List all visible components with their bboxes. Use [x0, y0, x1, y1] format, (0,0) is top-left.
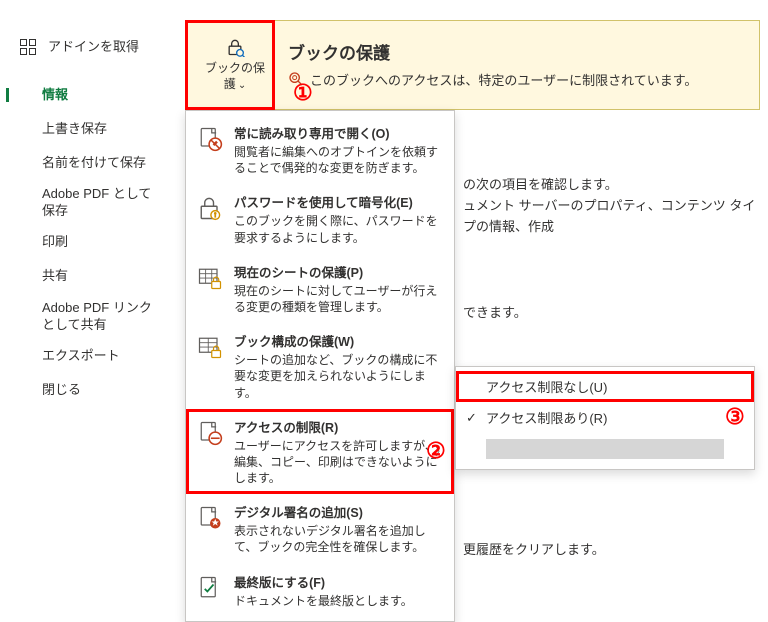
sidebar-item-print[interactable]: 印刷 — [0, 226, 170, 260]
menu-title: デジタル署名の追加(S) — [234, 502, 444, 521]
main-area: ブックの保護 ブックの保護 このブックへのアクセスは、特定のユーザーに制限されて… — [180, 0, 768, 579]
menu-item-encrypt[interactable]: パスワードを使用して暗号化(E) このブックを開く際に、パスワードを要求するよう… — [186, 184, 454, 253]
menu-desc: 表示されないデジタル署名を追加して、ブックの完全性を確保します。 — [234, 523, 444, 555]
sidebar-item-addins[interactable]: アドインを取得 — [0, 30, 170, 64]
sidebar-item-adobepdf-save[interactable]: Adobe PDF として保存 — [0, 180, 170, 226]
sidebar-item-export[interactable]: エクスポート — [0, 340, 170, 374]
submenu-label: アクセス制限なし(U) — [486, 377, 607, 396]
sidebar-label: Adobe PDF として保存 — [42, 186, 162, 220]
submenu-label: アクセス制限あり(R) — [486, 408, 607, 427]
menu-title: 最終版にする(F) — [234, 572, 444, 591]
menu-item-restrict-access[interactable]: アクセスの制限(R) ユーザーにアクセスを許可しますが、編集、コピー、印刷はでき… — [186, 409, 454, 495]
sidebar-label: 上書き保存 — [42, 121, 107, 138]
menu-desc: ユーザーにアクセスを許可しますが、編集、コピー、印刷はできないようにします。 — [234, 438, 444, 487]
sidebar-label: 閉じる — [42, 382, 81, 399]
sidebar-item-share[interactable]: 共有 — [0, 260, 170, 294]
sidebar-item-info[interactable]: 情報 — [0, 78, 170, 112]
encrypt-icon — [196, 194, 224, 222]
menu-title: ブック構成の保護(W) — [234, 331, 444, 350]
menu-item-final[interactable]: 最終版にする(F) ドキュメントを最終版とします。 — [186, 564, 454, 617]
sidebar-label: 名前を付けて保存 — [42, 155, 146, 172]
sidebar-label: 情報 — [42, 87, 68, 104]
final-icon — [196, 574, 224, 602]
sidebar-label: アドインを取得 — [48, 39, 139, 56]
menu-item-digital-signature[interactable]: デジタル署名の追加(S) 表示されないデジタル署名を追加して、ブックの完全性を確… — [186, 494, 454, 563]
check-icon: ✓ — [466, 410, 477, 426]
lock-search-icon — [225, 37, 245, 57]
banner-desc: このブックへのアクセスは、特定のユーザーに制限されています。 — [310, 70, 697, 89]
menu-desc: ドキュメントを最終版とします。 — [234, 593, 444, 609]
sidebar: アドインを取得 情報 上書き保存 名前を付けて保存 Adobe PDF として保… — [0, 0, 170, 579]
structure-protect-icon — [196, 333, 224, 361]
submenu-placeholder — [486, 439, 724, 459]
sidebar-item-adobepdf-link[interactable]: Adobe PDF リンクとして共有 — [0, 294, 170, 340]
annotation-2: ② — [426, 438, 446, 464]
menu-item-readonly[interactable]: 常に読み取り専用で開く(O) 閲覧者に編集へのオプトインを依頼することで偶発的な… — [186, 115, 454, 184]
menu-title: アクセスの制限(R) — [234, 417, 444, 436]
sidebar-item-save[interactable]: 上書き保存 — [0, 112, 170, 146]
annotation-3: ③ — [725, 404, 745, 430]
menu-item-protectstructure[interactable]: ブック構成の保護(W) シートの追加など、ブックの構成に不要な変更を加えられない… — [186, 323, 454, 409]
menu-desc: 現在のシートに対してユーザーが行える変更の種類を管理します。 — [234, 283, 444, 315]
bg-text: の次の項目を確認します。 — [463, 175, 618, 196]
submenu-item-no-restriction[interactable]: アクセス制限なし(U) — [456, 371, 754, 402]
protect-workbook-button[interactable]: ブックの保護 — [200, 31, 270, 99]
sidebar-label: 共有 — [42, 268, 68, 285]
protection-banner: ブックの保護 ブックの保護 このブックへのアクセスは、特定のユーザーに制限されて… — [185, 20, 760, 110]
sidebar-item-close[interactable]: 閉じる — [0, 374, 170, 408]
readonly-icon — [196, 125, 224, 153]
signature-icon — [196, 504, 224, 532]
sidebar-label: Adobe PDF リンクとして共有 — [42, 300, 162, 334]
bg-text: できます。 — [463, 303, 527, 324]
sheet-protect-icon — [196, 264, 224, 292]
sidebar-label: 印刷 — [42, 234, 68, 251]
bg-text: ュメント サーバーのプロパティ、コンテンツ タイプの情報、作成 — [463, 196, 760, 238]
submenu-item-restricted[interactable]: ✓ アクセス制限あり(R) — [456, 402, 754, 433]
protect-workbook-menu: 常に読み取り専用で開く(O) 閲覧者に編集へのオプトインを依頼することで偶発的な… — [185, 110, 455, 622]
menu-desc: このブックを開く際に、パスワードを要求するようにします。 — [234, 213, 444, 245]
addins-icon — [20, 39, 36, 55]
menu-item-protectsheet[interactable]: 現在のシートの保護(P) 現在のシートに対してユーザーが行える変更の種類を管理し… — [186, 254, 454, 323]
restrict-access-submenu: アクセス制限なし(U) ✓ アクセス制限あり(R) — [455, 366, 755, 470]
sidebar-label: エクスポート — [42, 348, 120, 365]
sidebar-item-saveas[interactable]: 名前を付けて保存 — [0, 146, 170, 180]
banner-title: ブックの保護 — [288, 39, 745, 64]
protect-label: ブックの保護 — [200, 61, 270, 92]
restrict-access-icon — [196, 419, 224, 447]
menu-title: 現在のシートの保護(P) — [234, 262, 444, 281]
menu-desc: シートの追加など、ブックの構成に不要な変更を加えられないようにします。 — [234, 352, 444, 401]
menu-title: パスワードを使用して暗号化(E) — [234, 192, 444, 211]
bg-text: 更履歴をクリアします。 — [463, 540, 605, 561]
menu-title: 常に読み取り専用で開く(O) — [234, 123, 444, 142]
menu-desc: 閲覧者に編集へのオプトインを依頼することで偶発的な変更を防ぎます。 — [234, 144, 444, 176]
annotation-1: ① — [293, 80, 313, 106]
